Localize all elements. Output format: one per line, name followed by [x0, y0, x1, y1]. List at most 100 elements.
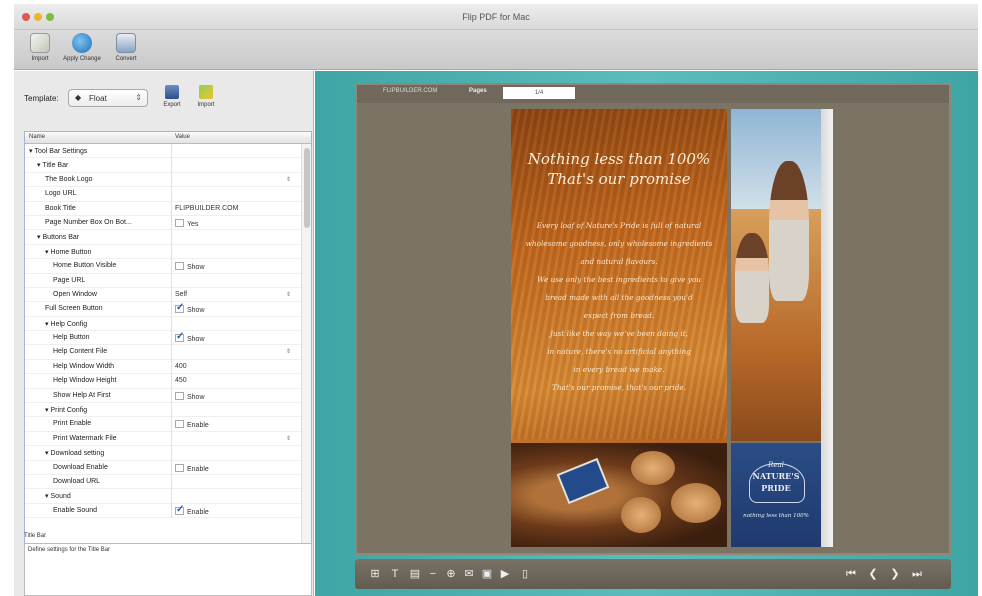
convert-button[interactable]: Convert: [104, 32, 148, 68]
book-page-left[interactable]: Nothing less than 100% That's our promis…: [511, 109, 727, 547]
settings-row[interactable]: Home Button Visible Show: [25, 259, 301, 274]
disclosure-triangle-icon[interactable]: ▾: [45, 493, 49, 500]
last-page-icon[interactable]: ⏭: [911, 568, 923, 580]
settings-panel: Template: ◆ Float ⇕ Export Import Name V…: [14, 71, 314, 596]
settings-row[interactable]: Help Window Width 400: [25, 360, 301, 375]
setting-name-text: Sound: [50, 493, 71, 501]
disclosure-triangle-icon[interactable]: ▾: [45, 249, 49, 256]
settings-row[interactable]: Print Enable Enable: [25, 417, 301, 432]
settings-row[interactable]: Help Content File ⇕: [25, 345, 301, 360]
settings-row[interactable]: Full Screen Button Show: [25, 302, 301, 317]
settings-row[interactable]: Help Button Show: [25, 331, 301, 346]
setting-checkbox[interactable]: [175, 463, 184, 472]
select-arrow-icon[interactable]: ⇕: [286, 348, 291, 355]
setting-value[interactable]: Show: [175, 302, 205, 314]
setting-value[interactable]: 450: [175, 377, 187, 384]
autoplay-icon[interactable]: ▶: [499, 568, 511, 580]
setting-value[interactable]: 400: [175, 363, 187, 370]
settings-row[interactable]: ▾ Help Config: [25, 317, 301, 332]
next-page-icon[interactable]: ❯: [889, 568, 901, 580]
settings-row[interactable]: ▾ Buttons Bar: [25, 230, 301, 245]
disclosure-triangle-icon[interactable]: ▾: [37, 162, 41, 169]
body-line: expect from bread.: [583, 311, 655, 320]
first-page-icon[interactable]: ⏮: [845, 568, 857, 580]
select-arrow-icon[interactable]: ⇕: [286, 291, 291, 298]
settings-row[interactable]: ▾ Tool Bar Settings: [25, 144, 301, 159]
setting-value[interactable]: Self: [175, 291, 187, 298]
select-arrow-icon[interactable]: ⇕: [286, 435, 291, 442]
setting-value[interactable]: Show: [175, 391, 205, 401]
body-line: and natural flavours.: [580, 257, 658, 266]
bookmark-icon[interactable]: ▤: [409, 568, 421, 580]
disclosure-triangle-icon[interactable]: ▾: [29, 148, 33, 155]
import-label: Import: [31, 56, 49, 62]
fullscreen-icon[interactable]: ▣: [481, 568, 493, 580]
apply-change-button[interactable]: Apply Change: [60, 32, 104, 68]
setting-value-text: Show: [187, 393, 205, 401]
search-text-icon[interactable]: T: [389, 568, 401, 580]
column-name-header[interactable]: Name: [29, 134, 45, 140]
settings-row[interactable]: Download Enable Enable: [25, 461, 301, 475]
settings-row[interactable]: Enable Sound Enable: [25, 504, 301, 519]
book-page-right[interactable]: Real NATURE'S PRIDE nothing less than 10…: [731, 109, 821, 547]
settings-row[interactable]: ▾ Title Bar: [25, 158, 301, 173]
settings-row[interactable]: Page URL: [25, 274, 301, 288]
setting-name: Home Button Visible: [53, 262, 116, 269]
import-button[interactable]: Import: [18, 32, 62, 68]
settings-row[interactable]: Show Help At First Show: [25, 389, 301, 404]
setting-name: Open Window: [53, 291, 97, 298]
headline-line: Nothing less than 100%: [527, 150, 711, 168]
setting-checkbox[interactable]: [175, 331, 184, 343]
template-icon: ◆: [75, 93, 82, 102]
setting-value[interactable]: Show: [175, 331, 205, 343]
setting-checkbox[interactable]: [175, 218, 184, 227]
previous-page-icon[interactable]: ❮: [867, 568, 879, 580]
setting-value[interactable]: Yes: [175, 218, 198, 228]
setting-value[interactable]: FLIPBUILDER.COM: [175, 205, 238, 212]
disclosure-triangle-icon[interactable]: ▾: [37, 234, 41, 241]
settings-row[interactable]: Book Title FLIPBUILDER.COM: [25, 202, 301, 216]
disclosure-triangle-icon[interactable]: ▾: [45, 450, 49, 457]
download-icon[interactable]: ▯: [519, 568, 531, 580]
setting-checkbox[interactable]: [175, 391, 184, 400]
settings-row[interactable]: Logo URL: [25, 187, 301, 202]
settings-row[interactable]: ▾ Home Button: [25, 245, 301, 260]
template-export-button[interactable]: Export: [158, 85, 186, 119]
setting-checkbox[interactable]: [175, 262, 184, 271]
thumbnails-icon[interactable]: ⊞: [369, 568, 381, 580]
setting-value[interactable]: Show: [175, 262, 205, 271]
setting-name: ▾ Sound: [45, 492, 71, 500]
settings-row[interactable]: The Book Logo ⇕: [25, 173, 301, 188]
share-icon[interactable]: ✉: [463, 568, 475, 580]
setting-checkbox[interactable]: [175, 504, 184, 515]
setting-value[interactable]: Enable: [175, 420, 209, 429]
settings-row[interactable]: Open Window Self ⇕: [25, 288, 301, 303]
settings-row[interactable]: Print Watermark File ⇕: [25, 432, 301, 447]
settings-row[interactable]: ▾ Download setting: [25, 446, 301, 461]
tree-header: Name Value: [25, 132, 311, 144]
zoom-in-icon[interactable]: ⊕: [445, 568, 457, 580]
setting-checkbox[interactable]: [175, 302, 184, 314]
tree-scroll-thumb[interactable]: [304, 148, 310, 228]
disclosure-triangle-icon[interactable]: ▾: [45, 321, 49, 328]
settings-row[interactable]: ▾ Print Config: [25, 403, 301, 418]
setting-checkbox[interactable]: [175, 420, 184, 429]
setting-name: Help Button: [53, 334, 90, 341]
setting-value[interactable]: Enable: [175, 463, 209, 473]
page-number-input[interactable]: 1/4: [503, 87, 575, 99]
setting-value[interactable]: Enable: [175, 504, 209, 516]
setting-name-text: Logo URL: [45, 190, 77, 198]
page-edge[interactable]: [821, 109, 833, 547]
zoom-out-icon[interactable]: −: [427, 568, 439, 580]
template-select[interactable]: ◆ Float ⇕: [68, 89, 148, 107]
settings-row[interactable]: ▾ Sound: [25, 489, 301, 504]
tree-scrollbar[interactable]: [301, 144, 311, 578]
settings-row[interactable]: Page Number Box On Bot... Yes: [25, 216, 301, 231]
column-value-header[interactable]: Value: [175, 134, 190, 140]
settings-row[interactable]: Help Window Height 450: [25, 374, 301, 389]
import-icon: [30, 33, 50, 53]
settings-row[interactable]: Download URL: [25, 475, 301, 490]
select-arrow-icon[interactable]: ⇕: [286, 176, 291, 183]
template-import-button[interactable]: Import: [192, 85, 220, 119]
disclosure-triangle-icon[interactable]: ▾: [45, 407, 49, 414]
